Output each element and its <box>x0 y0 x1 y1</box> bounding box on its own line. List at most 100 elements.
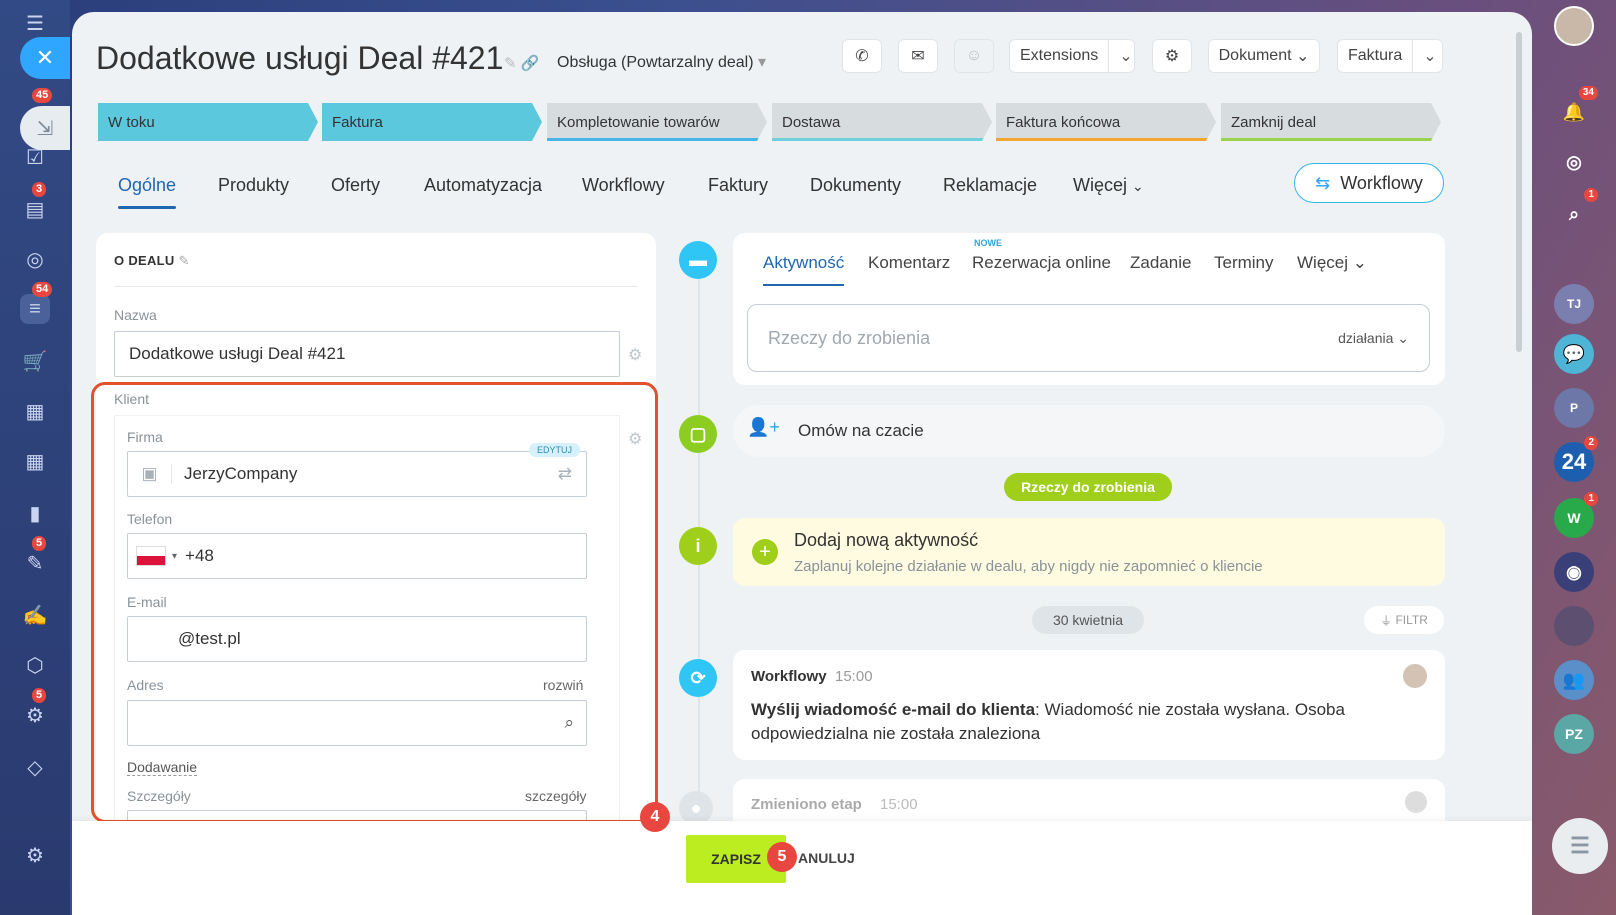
docs-icon[interactable]: ✎ 5 <box>20 536 50 578</box>
target-icon[interactable]: ◎ <box>20 244 50 274</box>
invoice-button[interactable]: Faktura ⌄ <box>1337 39 1443 73</box>
workflows-button[interactable]: ⇆ Workflowy <box>1294 163 1444 203</box>
close-slider-button[interactable]: ✕ <box>20 37 70 79</box>
document-button[interactable]: Dokument ⌄ <box>1208 39 1320 73</box>
invoice-label: Faktura <box>1348 47 1403 64</box>
chat-bubble-icon[interactable]: 💬 <box>1554 334 1594 374</box>
cart-icon[interactable]: 🛒 <box>20 346 50 376</box>
bitrix24-icon[interactable]: 24 2 <box>1554 436 1598 482</box>
chat-search-icon[interactable]: ⌕ 1 <box>1554 188 1598 234</box>
pipeline-selector[interactable]: Obsługa (Powtarzalny deal) ▾ <box>557 52 766 72</box>
todo-input[interactable]: Rzeczy do zrobienia działania ⌄ <box>747 304 1430 372</box>
stage-completion[interactable]: Kompletowanie towarów <box>547 103 767 141</box>
tab-more[interactable]: Więcej ⌄ <box>1073 172 1144 199</box>
tab-products[interactable]: Produkty <box>218 172 289 198</box>
analytics-icon[interactable]: ▮ <box>20 498 50 528</box>
stage-change-time: 15:00 <box>880 796 918 813</box>
add-user-icon: 👤+ <box>747 417 780 437</box>
plus-circle-icon[interactable]: + <box>752 539 778 565</box>
tab-documents[interactable]: Dokumenty <box>810 172 901 198</box>
avatar-pz[interactable]: PZ <box>1554 714 1594 754</box>
add-activity-subtitle: Zaplanuj kolejne działanie w dealu, aby … <box>794 558 1263 575</box>
bell-icon[interactable]: 🔔 34 <box>1554 86 1598 132</box>
chat-button[interactable]: ☺ <box>954 39 994 73</box>
footer-bar: ZAPISZ ANULUJ <box>72 821 1532 915</box>
pipeline-label: Obsługa (Powtarzalny deal) <box>557 54 754 71</box>
tab-activity[interactable]: Aktywność <box>763 253 845 286</box>
settings-button[interactable]: ⚙ <box>1152 39 1192 73</box>
sign-icon[interactable]: ✍ <box>20 600 50 630</box>
store-icon[interactable]: ▦ <box>20 396 50 426</box>
box-icon[interactable]: ◇ <box>20 752 50 782</box>
workflow-event-title: Workflowy <box>751 668 827 685</box>
menu-icon[interactable]: ☰ <box>20 8 50 38</box>
chevron-down-icon: ⌄ <box>1132 178 1144 194</box>
users-icon[interactable]: 👥 <box>1554 660 1594 700</box>
crm-icon[interactable]: ≡ 54 <box>20 282 53 324</box>
user-avatar-small[interactable] <box>1403 664 1427 688</box>
extensions-button[interactable]: Extensions ⌄ <box>1009 39 1135 73</box>
filter-button[interactable]: ⏚ FILTR <box>1364 606 1444 634</box>
more-chats-button[interactable]: ☰ <box>1552 818 1608 874</box>
chat-card[interactable]: 👤+ Omów na czacie <box>733 405 1445 457</box>
activity-editor: Aktywność Komentarz Rezerwacja online NO… <box>733 233 1445 385</box>
right-sidebar: 🔔 34 ◎ ⌕ 1 TJ 💬 P 24 2 W1 ◉ 👥 PZ ☰ <box>1532 0 1616 915</box>
tab-complaints[interactable]: Reklamacje <box>943 172 1037 198</box>
tab-comment[interactable]: Komentarz <box>868 253 950 273</box>
activity-icon[interactable]: ◎ <box>1554 142 1594 182</box>
user-avatar[interactable] <box>1554 6 1594 46</box>
workflow-icon: ⇆ <box>1315 172 1331 193</box>
tab-task[interactable]: Zadanie <box>1130 253 1191 273</box>
tag-icon: ● <box>679 791 713 825</box>
chevron-down-icon[interactable]: ⌄ <box>1108 40 1142 72</box>
scrollbar[interactable] <box>1516 32 1522 352</box>
tab-invoices[interactable]: Faktury <box>708 172 768 198</box>
name-input[interactable]: Dodatkowe usługi Deal #421 <box>114 331 620 377</box>
copilot-icon[interactable]: ◉ <box>1554 552 1594 592</box>
workflow-event-card: Workflowy 15:00 Wyślij wiadomość e-mail … <box>733 650 1445 760</box>
mail-button[interactable]: ✉ <box>898 39 938 73</box>
tab-deadlines[interactable]: Terminy <box>1214 253 1274 273</box>
add-activity-card[interactable]: + Dodaj nową aktywność Zaplanuj kolejne … <box>733 518 1445 586</box>
robot-icon[interactable]: ⚙ 5 <box>20 688 50 730</box>
actions-dropdown[interactable]: działania ⌄ <box>1338 330 1409 347</box>
avatar-tj[interactable]: TJ <box>1554 284 1594 324</box>
calendar-icon[interactable]: ▦ <box>20 446 50 476</box>
stage-close-deal[interactable]: Zamknij deal <box>1221 103 1441 141</box>
workflow-event-time: 15:00 <box>835 668 873 685</box>
robot-badge: 5 <box>32 688 47 703</box>
hexagon-icon[interactable]: ⬡ <box>20 650 50 680</box>
pencil-icon[interactable]: ✎ <box>179 253 190 268</box>
avatar-p[interactable]: P <box>1554 388 1594 428</box>
feed-icon[interactable]: ▤ 3 <box>20 182 50 224</box>
step-5-marker: 5 <box>767 842 797 872</box>
tab-workflows[interactable]: Workflowy <box>582 172 665 198</box>
inbox-badge: 45 <box>32 88 53 103</box>
bitrix24-label: 24 <box>1561 449 1587 474</box>
chevron-down-icon[interactable]: ⌄ <box>1412 40 1446 72</box>
group-avatar[interactable] <box>1554 606 1594 646</box>
chat-badge: 1 <box>1584 188 1598 202</box>
gear-icon[interactable]: ⚙ <box>628 345 642 365</box>
cancel-button[interactable]: ANULUJ <box>798 850 855 866</box>
minimize-slider-button[interactable]: ⇲ <box>20 106 70 150</box>
stage-in-progress[interactable]: W toku <box>98 103 318 141</box>
stage-final-invoice[interactable]: Faktura końcowa <box>996 103 1216 141</box>
user-avatar-small[interactable] <box>1405 791 1427 813</box>
tab-more-activity[interactable]: Więcej ⌄ <box>1297 253 1367 273</box>
tab-offers[interactable]: Oferty <box>331 172 380 198</box>
filter-label: FILTR <box>1395 613 1428 627</box>
tab-general[interactable]: Ogólne <box>118 172 177 209</box>
tab-online-booking[interactable]: Rezerwacja online <box>972 253 1111 273</box>
info-icon: i <box>679 527 717 565</box>
todo-placeholder: Rzeczy do zrobienia <box>768 327 931 348</box>
edit-title-icon[interactable]: ✎ 🔗 <box>504 54 539 72</box>
stage-invoice[interactable]: Faktura <box>322 103 542 141</box>
feed-badge: 3 <box>32 182 47 197</box>
client-highlight-box <box>91 382 658 823</box>
call-button[interactable]: ✆ <box>842 39 882 73</box>
tab-automation[interactable]: Automatyzacja <box>424 172 542 198</box>
whatsapp-icon[interactable]: W1 <box>1554 492 1598 538</box>
support-icon[interactable]: ⚙ <box>20 840 50 870</box>
stage-delivery[interactable]: Dostawa <box>772 103 992 141</box>
